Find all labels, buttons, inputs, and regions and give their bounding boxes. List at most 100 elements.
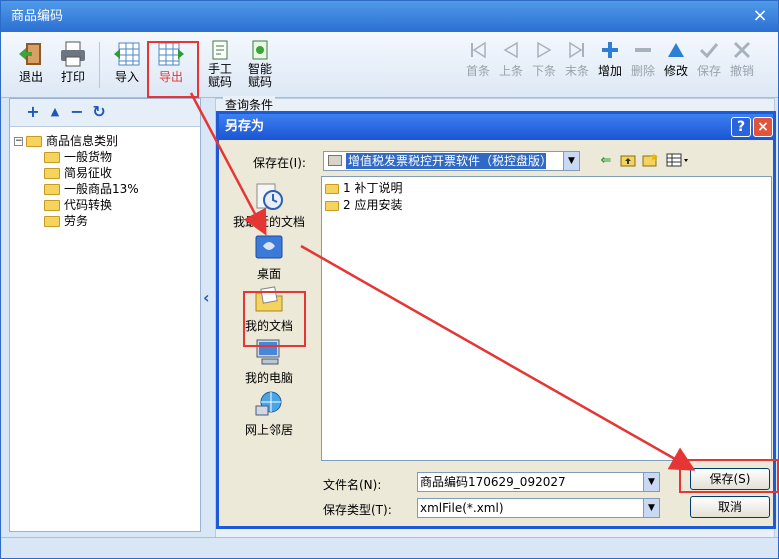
place-label: 我的电脑	[244, 371, 293, 385]
place-desktop[interactable]: 桌面	[221, 232, 317, 281]
save-toolbar-label: 保存	[696, 64, 721, 78]
save-in-dropdown[interactable]: 增值税发票税控开票软件（税控盘版）V2 ▼	[323, 151, 580, 171]
table-import-icon	[114, 42, 140, 66]
tree-item[interactable]: 简易征收	[44, 166, 112, 180]
import-button[interactable]: 导入	[109, 40, 145, 84]
prev-icon	[503, 41, 518, 59]
import-label: 导入	[114, 70, 139, 84]
desktop-icon	[255, 235, 283, 259]
first-label: 首条	[465, 64, 490, 78]
place-label: 桌面	[256, 267, 281, 281]
print-button[interactable]: 打印	[55, 40, 91, 84]
move-up-icon[interactable]: ▲	[46, 103, 64, 121]
filetype-label: 保存类型(T):	[323, 503, 392, 517]
modify-label: 修改	[663, 64, 688, 78]
add-button[interactable]: 增加	[595, 40, 625, 78]
first-record-button[interactable]: 首条	[463, 40, 493, 78]
main-window: 商品编码 × 退出 打印 导入 导出 手工 赋码 智能 赋码 首条 上条 下条 …	[0, 0, 779, 559]
tree-item[interactable]: 代码转换	[44, 198, 112, 212]
prev-label: 上条	[498, 64, 523, 78]
checkmark-icon	[699, 43, 719, 59]
save-in-value: 增值税发票税控开票软件（税控盘版）V2	[346, 153, 546, 169]
chevron-down-icon[interactable]: ▼	[643, 473, 659, 491]
refresh-icon[interactable]: ↻	[90, 103, 108, 121]
tree-item[interactable]: 劳务	[44, 214, 88, 228]
save-highlight-box	[679, 459, 779, 493]
status-bar	[1, 537, 778, 558]
save-toolbar-button[interactable]: 保存	[694, 40, 724, 78]
tree-item[interactable]: 一般商品13%	[44, 182, 139, 196]
cancel-button[interactable]: 取消	[690, 496, 770, 518]
list-item[interactable]: 1 补丁说明	[325, 181, 402, 195]
list-item[interactable]: 2 应用安装	[325, 198, 402, 212]
file-name: 1 补丁说明	[343, 181, 403, 195]
add-category-icon[interactable]: +	[24, 103, 42, 121]
tree-item-label: 简易征收	[64, 166, 113, 180]
folder-icon	[26, 136, 42, 147]
minus-icon	[635, 48, 651, 52]
first-icon	[471, 41, 486, 59]
filetype-dropdown[interactable]: xmlFile(*.xml) ▼	[417, 498, 660, 518]
tree-root[interactable]: − 商品信息类别	[14, 134, 118, 148]
delete-button[interactable]: 删除	[628, 40, 658, 78]
view-menu-icon[interactable]	[665, 153, 691, 169]
last-icon	[569, 41, 584, 59]
category-toolbar: + ▲ − ↻	[10, 99, 200, 127]
filetype-value: xmlFile(*.xml)	[420, 501, 504, 515]
up-folder-icon[interactable]	[619, 153, 637, 169]
place-recent[interactable]: 我最近的文档	[221, 180, 317, 229]
chevron-down-icon[interactable]: ▼	[563, 152, 579, 170]
dialog-title: 另存为	[219, 114, 773, 140]
folder-icon	[44, 168, 60, 179]
undo-button[interactable]: 撤销	[727, 40, 757, 78]
folder-icon	[44, 184, 60, 195]
recent-documents-icon	[256, 183, 283, 210]
folder-icon	[44, 152, 60, 163]
plus-icon	[602, 42, 618, 58]
document-code-icon	[212, 40, 228, 60]
folder-icon	[325, 183, 339, 194]
file-list[interactable]: 1 补丁说明 2 应用安装	[321, 176, 772, 461]
manual-code-button[interactable]: 手工 赋码	[203, 40, 237, 89]
next-record-button[interactable]: 下条	[529, 40, 559, 78]
tree-item-label: 一般货物	[64, 150, 113, 164]
printer-icon	[61, 41, 85, 67]
filename-value: 商品编码170629_092027	[420, 475, 566, 489]
remove-category-icon[interactable]: −	[68, 103, 86, 121]
place-label: 我最近的文档	[232, 215, 305, 229]
exit-label: 退出	[18, 70, 43, 84]
tree-item[interactable]: 一般货物	[44, 150, 112, 164]
last-label: 末条	[564, 64, 589, 78]
tree-item-label: 一般商品13%	[64, 182, 139, 196]
next-icon	[537, 41, 552, 59]
chevron-down-icon[interactable]: ▼	[643, 499, 659, 517]
collapse-panel-icon[interactable]: ‹	[203, 288, 210, 307]
window-close-button[interactable]: ×	[747, 6, 773, 26]
folder-icon	[44, 216, 60, 227]
filename-label: 文件名(N):	[323, 478, 382, 492]
last-record-button[interactable]: 末条	[562, 40, 592, 78]
file-name: 2 应用安装	[343, 198, 403, 212]
dialog-close-button[interactable]: ×	[753, 117, 773, 137]
tree-root-label: 商品信息类别	[46, 134, 119, 148]
help-button[interactable]: ?	[731, 117, 751, 137]
place-network[interactable]: 网上邻居	[221, 388, 317, 437]
tree-item-label: 代码转换	[64, 198, 113, 212]
print-label: 打印	[60, 70, 85, 84]
smart-code-label: 智能 赋码	[247, 62, 272, 89]
collapse-toggle-icon[interactable]: −	[14, 137, 23, 146]
toolbar-separator	[99, 42, 100, 88]
next-label: 下条	[531, 64, 556, 78]
smart-code-button[interactable]: 智能 赋码	[243, 40, 277, 89]
filename-field[interactable]: 商品编码170629_092027 ▼	[417, 472, 660, 492]
exit-button[interactable]: 退出	[13, 40, 49, 84]
save-in-label: 保存在(I):	[253, 156, 306, 170]
back-arrow-icon[interactable]: ⇐	[597, 153, 615, 169]
modify-button[interactable]: 修改	[661, 40, 691, 78]
delete-label: 删除	[630, 64, 655, 78]
places-bar: 我最近的文档 桌面 我的文档 我的电脑 网上邻居	[221, 176, 317, 466]
export-highlight-box	[147, 41, 199, 98]
prev-record-button[interactable]: 上条	[496, 40, 526, 78]
new-folder-icon[interactable]	[641, 153, 659, 169]
exit-door-icon	[19, 43, 41, 65]
